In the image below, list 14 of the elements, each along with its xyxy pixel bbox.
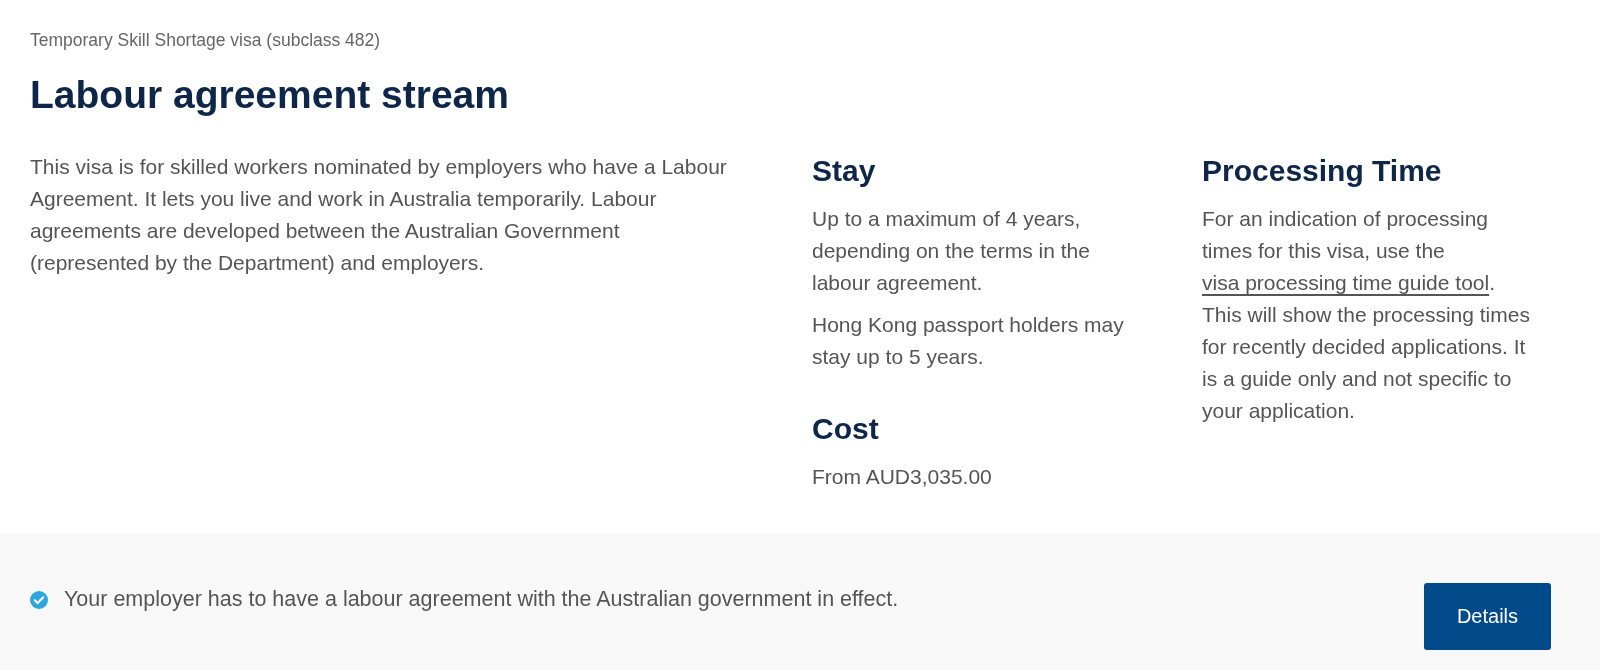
cost-text: From AUD3,035.00: [812, 464, 992, 490]
processing-time-text: For an indication of processing times for this visa, use the visa processing time guide tool. This will show the processing times for recently decided applications. It is a guide only and not specific to your application.: [1202, 206, 1531, 424]
stay-text: Up to a maximum of 4 years, depending on the terms in the labour agreement.: [812, 206, 1091, 296]
stay-heading: Stay: [812, 153, 876, 189]
processing-time-guide-link[interactable]: visa processing time guide tool: [1202, 271, 1490, 294]
details-button[interactable]: Details: [1424, 583, 1551, 650]
cost-heading: Cost: [812, 411, 879, 447]
check-circle-icon: [30, 590, 48, 609]
visa-subtitle: Temporary Skill Shortage visa (subclass 482): [30, 30, 382, 50]
description-text: This visa is for skilled workers nominated by employers who have a Labour Agreement. It lets you live and work in Australia temporarily. Labour agreements are developed between the Australian Government (represented by the Department) and employers.: [30, 154, 728, 276]
processing-time-heading: Processing Time: [1202, 153, 1442, 189]
requirement-text: Your employer has to have a labour agreement with the Australian government in effect.: [64, 587, 899, 612]
page-title: Labour agreement stream: [30, 72, 510, 118]
stay-text: Hong Kong passport holders may stay up to 5 years.: [812, 312, 1125, 370]
